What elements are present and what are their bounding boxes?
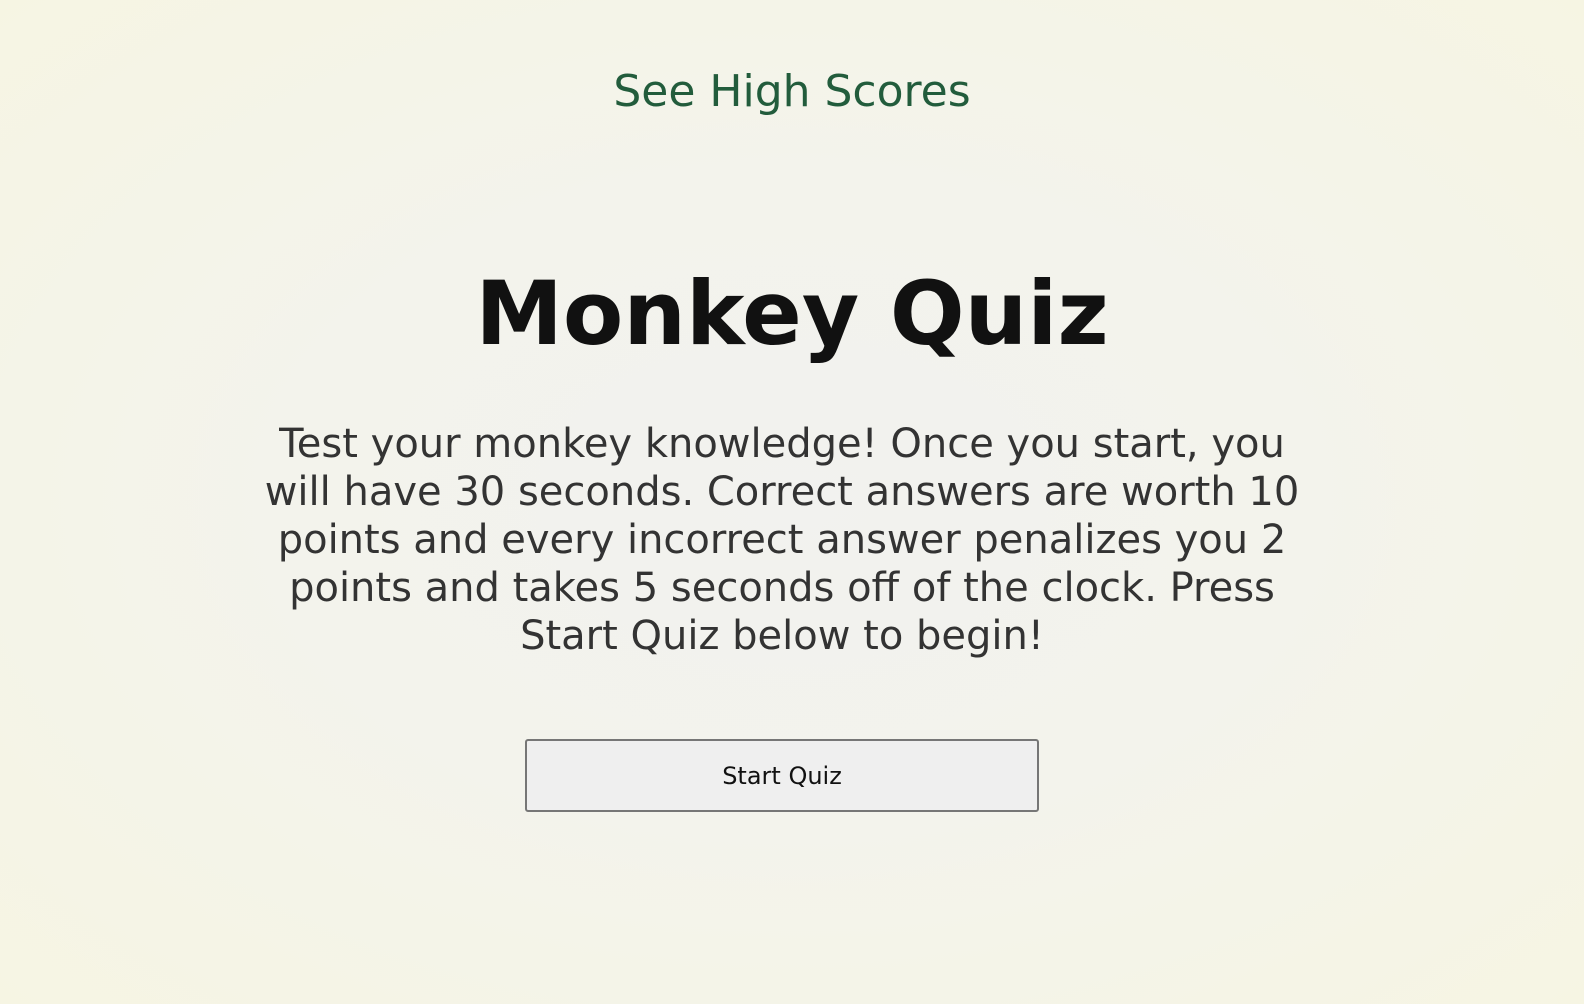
see-high-scores-link[interactable]: See High Scores	[0, 66, 1584, 117]
quiz-description: Test your monkey knowledge! Once you sta…	[264, 421, 1300, 659]
start-quiz-button[interactable]: Start Quiz	[525, 739, 1039, 812]
page-title: Monkey Quiz	[475, 262, 1109, 365]
